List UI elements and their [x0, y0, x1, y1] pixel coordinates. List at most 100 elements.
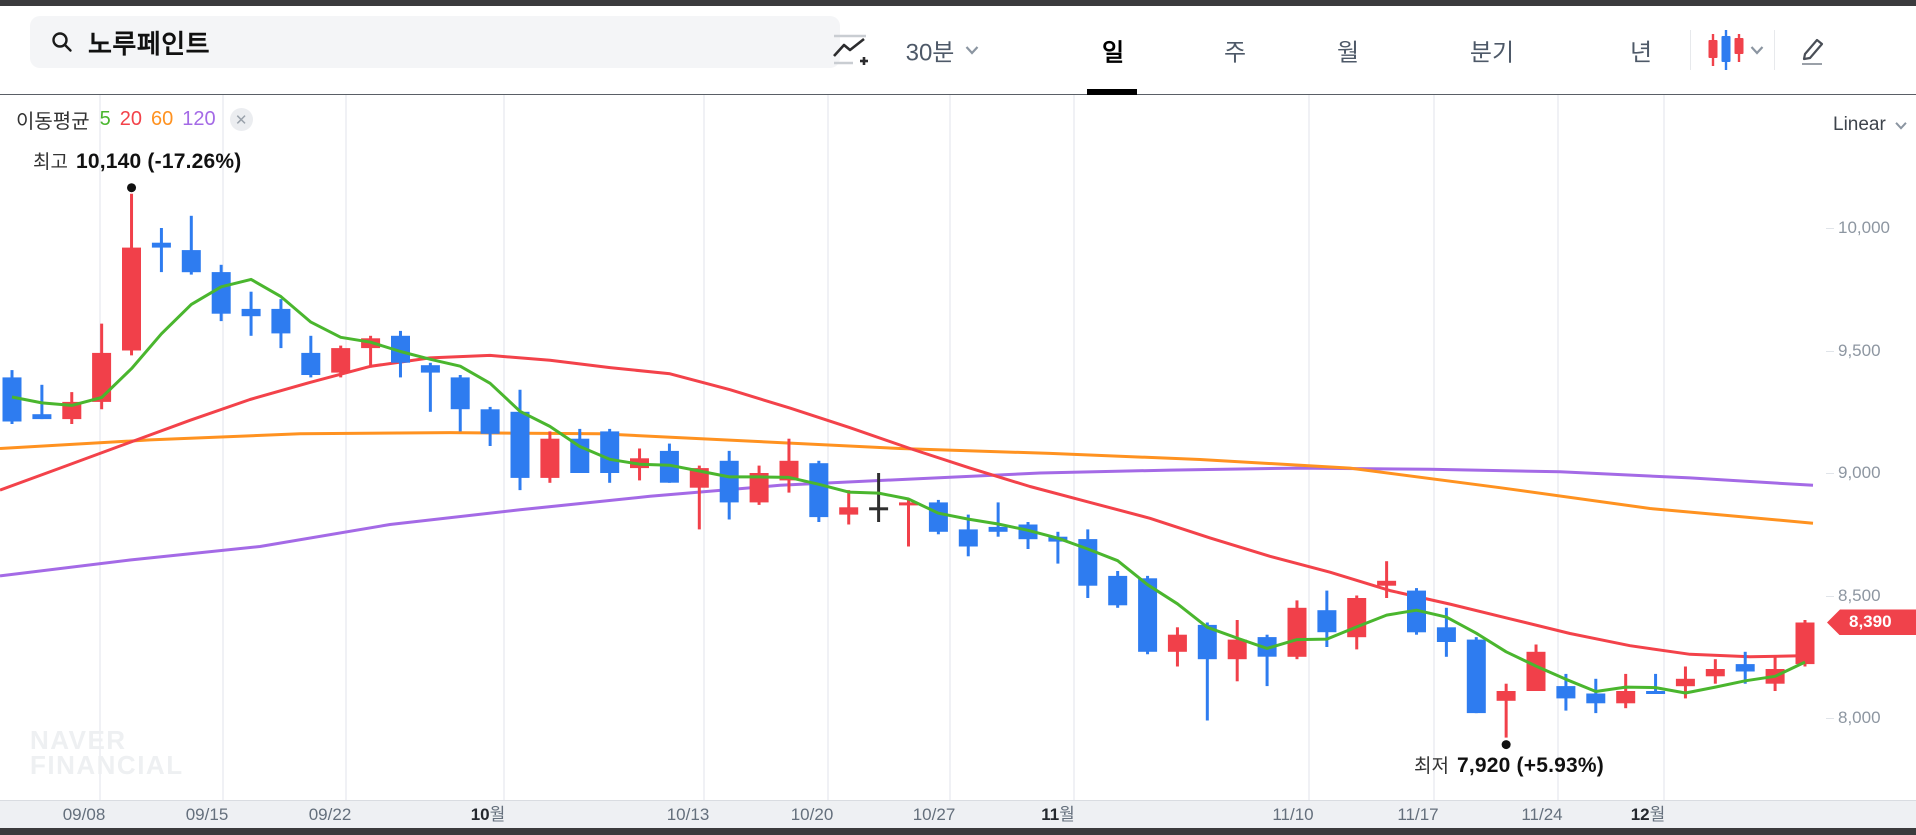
high-marker-dot [127, 183, 137, 193]
y-axis-tick [1826, 473, 1834, 474]
candle-body [1227, 639, 1247, 660]
toolbar-divider [1690, 30, 1691, 70]
current-price-badge: 8,390 [1827, 609, 1916, 636]
tab-월[interactable]: 월 [1337, 33, 1359, 68]
tab-분기[interactable]: 분기 [1470, 33, 1514, 68]
chart-plot[interactable] [0, 95, 1916, 800]
candle-body [420, 365, 440, 373]
candle-body [331, 348, 351, 373]
y-axis-tick [1826, 228, 1834, 229]
low-label: 최저 [1414, 756, 1449, 777]
y-axis-tick [1826, 718, 1834, 719]
candle-body [1616, 691, 1636, 704]
high-price-annotation: 최고 10,140 (-17.26%) [33, 147, 241, 174]
x-axis-label: 10월 [470, 805, 506, 824]
y-axis-label: 9,000 [1838, 463, 1881, 482]
ma120-line [0, 466, 1814, 578]
tab-년[interactable]: 년 [1630, 33, 1652, 68]
candle-body [1496, 691, 1516, 701]
candle-body [181, 250, 201, 273]
candle-style-icon[interactable] [1706, 27, 1746, 73]
candle-body [151, 242, 171, 248]
x-axis-label: 09/22 [308, 805, 352, 824]
x-axis-label: 11/10 [1272, 805, 1314, 824]
search-input[interactable]: 노루페인트 [88, 24, 210, 61]
legend-periods: 5 20 60 120 [100, 108, 216, 131]
candle-body [1347, 598, 1367, 638]
candle-body [211, 272, 231, 314]
candle-body [480, 409, 500, 434]
scale-label: Linear [1833, 114, 1886, 135]
candle-body [510, 411, 530, 478]
x-axis-label: 10/27 [912, 805, 956, 824]
candle-body [301, 352, 321, 375]
chevron-down-icon [965, 46, 979, 55]
window-bottom-bar [0, 828, 1916, 835]
candle-body [32, 414, 52, 420]
candle-body [719, 460, 739, 503]
candle-body [958, 529, 978, 547]
stock-search-box[interactable]: 노루페인트 [30, 16, 840, 68]
candle-body [869, 507, 889, 511]
low-price-annotation: 최저 7,920 (+5.93%) [1414, 751, 1604, 778]
candle-body [1317, 610, 1337, 633]
x-axis-label: 09/15 [185, 805, 229, 824]
candle-body [450, 377, 470, 410]
tab-주[interactable]: 주 [1224, 33, 1246, 68]
candle-body [1436, 627, 1456, 642]
candle-body [1167, 634, 1187, 652]
interval-dropdown-label: 30분 [905, 39, 955, 67]
candle-body [988, 526, 1008, 532]
draw-pencil-icon[interactable] [1797, 33, 1827, 67]
scale-selector[interactable]: Linear [1833, 114, 1908, 136]
legend-label: 이동평균 [16, 111, 90, 133]
candle-body [122, 247, 141, 351]
candle-body [1108, 575, 1128, 606]
low-marker-dot [1501, 740, 1511, 750]
chevron-down-icon [1895, 121, 1907, 130]
legend-period-20: 20 [119, 108, 142, 130]
legend-period-5: 5 [99, 108, 111, 130]
candle-body [1675, 678, 1695, 687]
candle-body [1526, 651, 1546, 691]
chart-area: 이동평균 5 20 60 120 ✕ Linear 최고 10,140 (-17.26%… [0, 95, 1916, 800]
x-axis-label: 10/13 [666, 805, 710, 824]
x-axis-label: 11/24 [1521, 805, 1563, 824]
x-axis-label: 09/08 [62, 805, 106, 824]
x-axis-label: 12월 [1630, 805, 1666, 824]
chevron-down-icon [1750, 46, 1764, 55]
candle-body [1377, 580, 1397, 586]
candle-body [1287, 607, 1307, 657]
y-axis-label: 8,500 [1838, 585, 1881, 605]
candle-body [1556, 686, 1576, 699]
y-axis-label: 10,000 [1838, 218, 1890, 237]
candle-body [1466, 639, 1486, 714]
x-axis-label: 11월 [1041, 805, 1075, 824]
candle-body [928, 502, 948, 532]
candle-body [600, 431, 620, 473]
naver-financial-watermark: NAVER FINANCIAL [30, 725, 184, 780]
x-axis-label: 11/17 [1397, 805, 1439, 824]
y-axis-label: 8,000 [1838, 708, 1881, 727]
y-axis-tick [1826, 350, 1834, 352]
candle-body [92, 352, 112, 402]
candle-body [1705, 669, 1725, 677]
moving-average-legend: 이동평균 5 20 60 120 ✕ [16, 105, 253, 134]
line-chart-add-icon[interactable] [831, 30, 869, 70]
interval-dropdown[interactable]: 30분 [906, 33, 955, 68]
legend-period-60: 60 [150, 108, 174, 130]
y-axis-label: 9,500 [1838, 340, 1881, 360]
search-icon [52, 32, 72, 52]
high-value: 10,140 (-17.26%) [75, 150, 242, 173]
legend-close-button[interactable]: ✕ [229, 108, 253, 131]
candle-body [1586, 693, 1606, 704]
chart-toolbar: 노루페인트 30분 일 주 월 분기 년 [0, 6, 1916, 95]
low-value: 7,920 (+5.93%) [1456, 754, 1604, 777]
candle-body [839, 507, 859, 515]
y-axis-tick [1826, 595, 1834, 597]
candle-body [1735, 664, 1755, 672]
candle-body [241, 308, 261, 317]
candle-body [540, 438, 560, 478]
candle-body [1795, 622, 1815, 665]
tab-일[interactable]: 일 [1102, 33, 1124, 68]
